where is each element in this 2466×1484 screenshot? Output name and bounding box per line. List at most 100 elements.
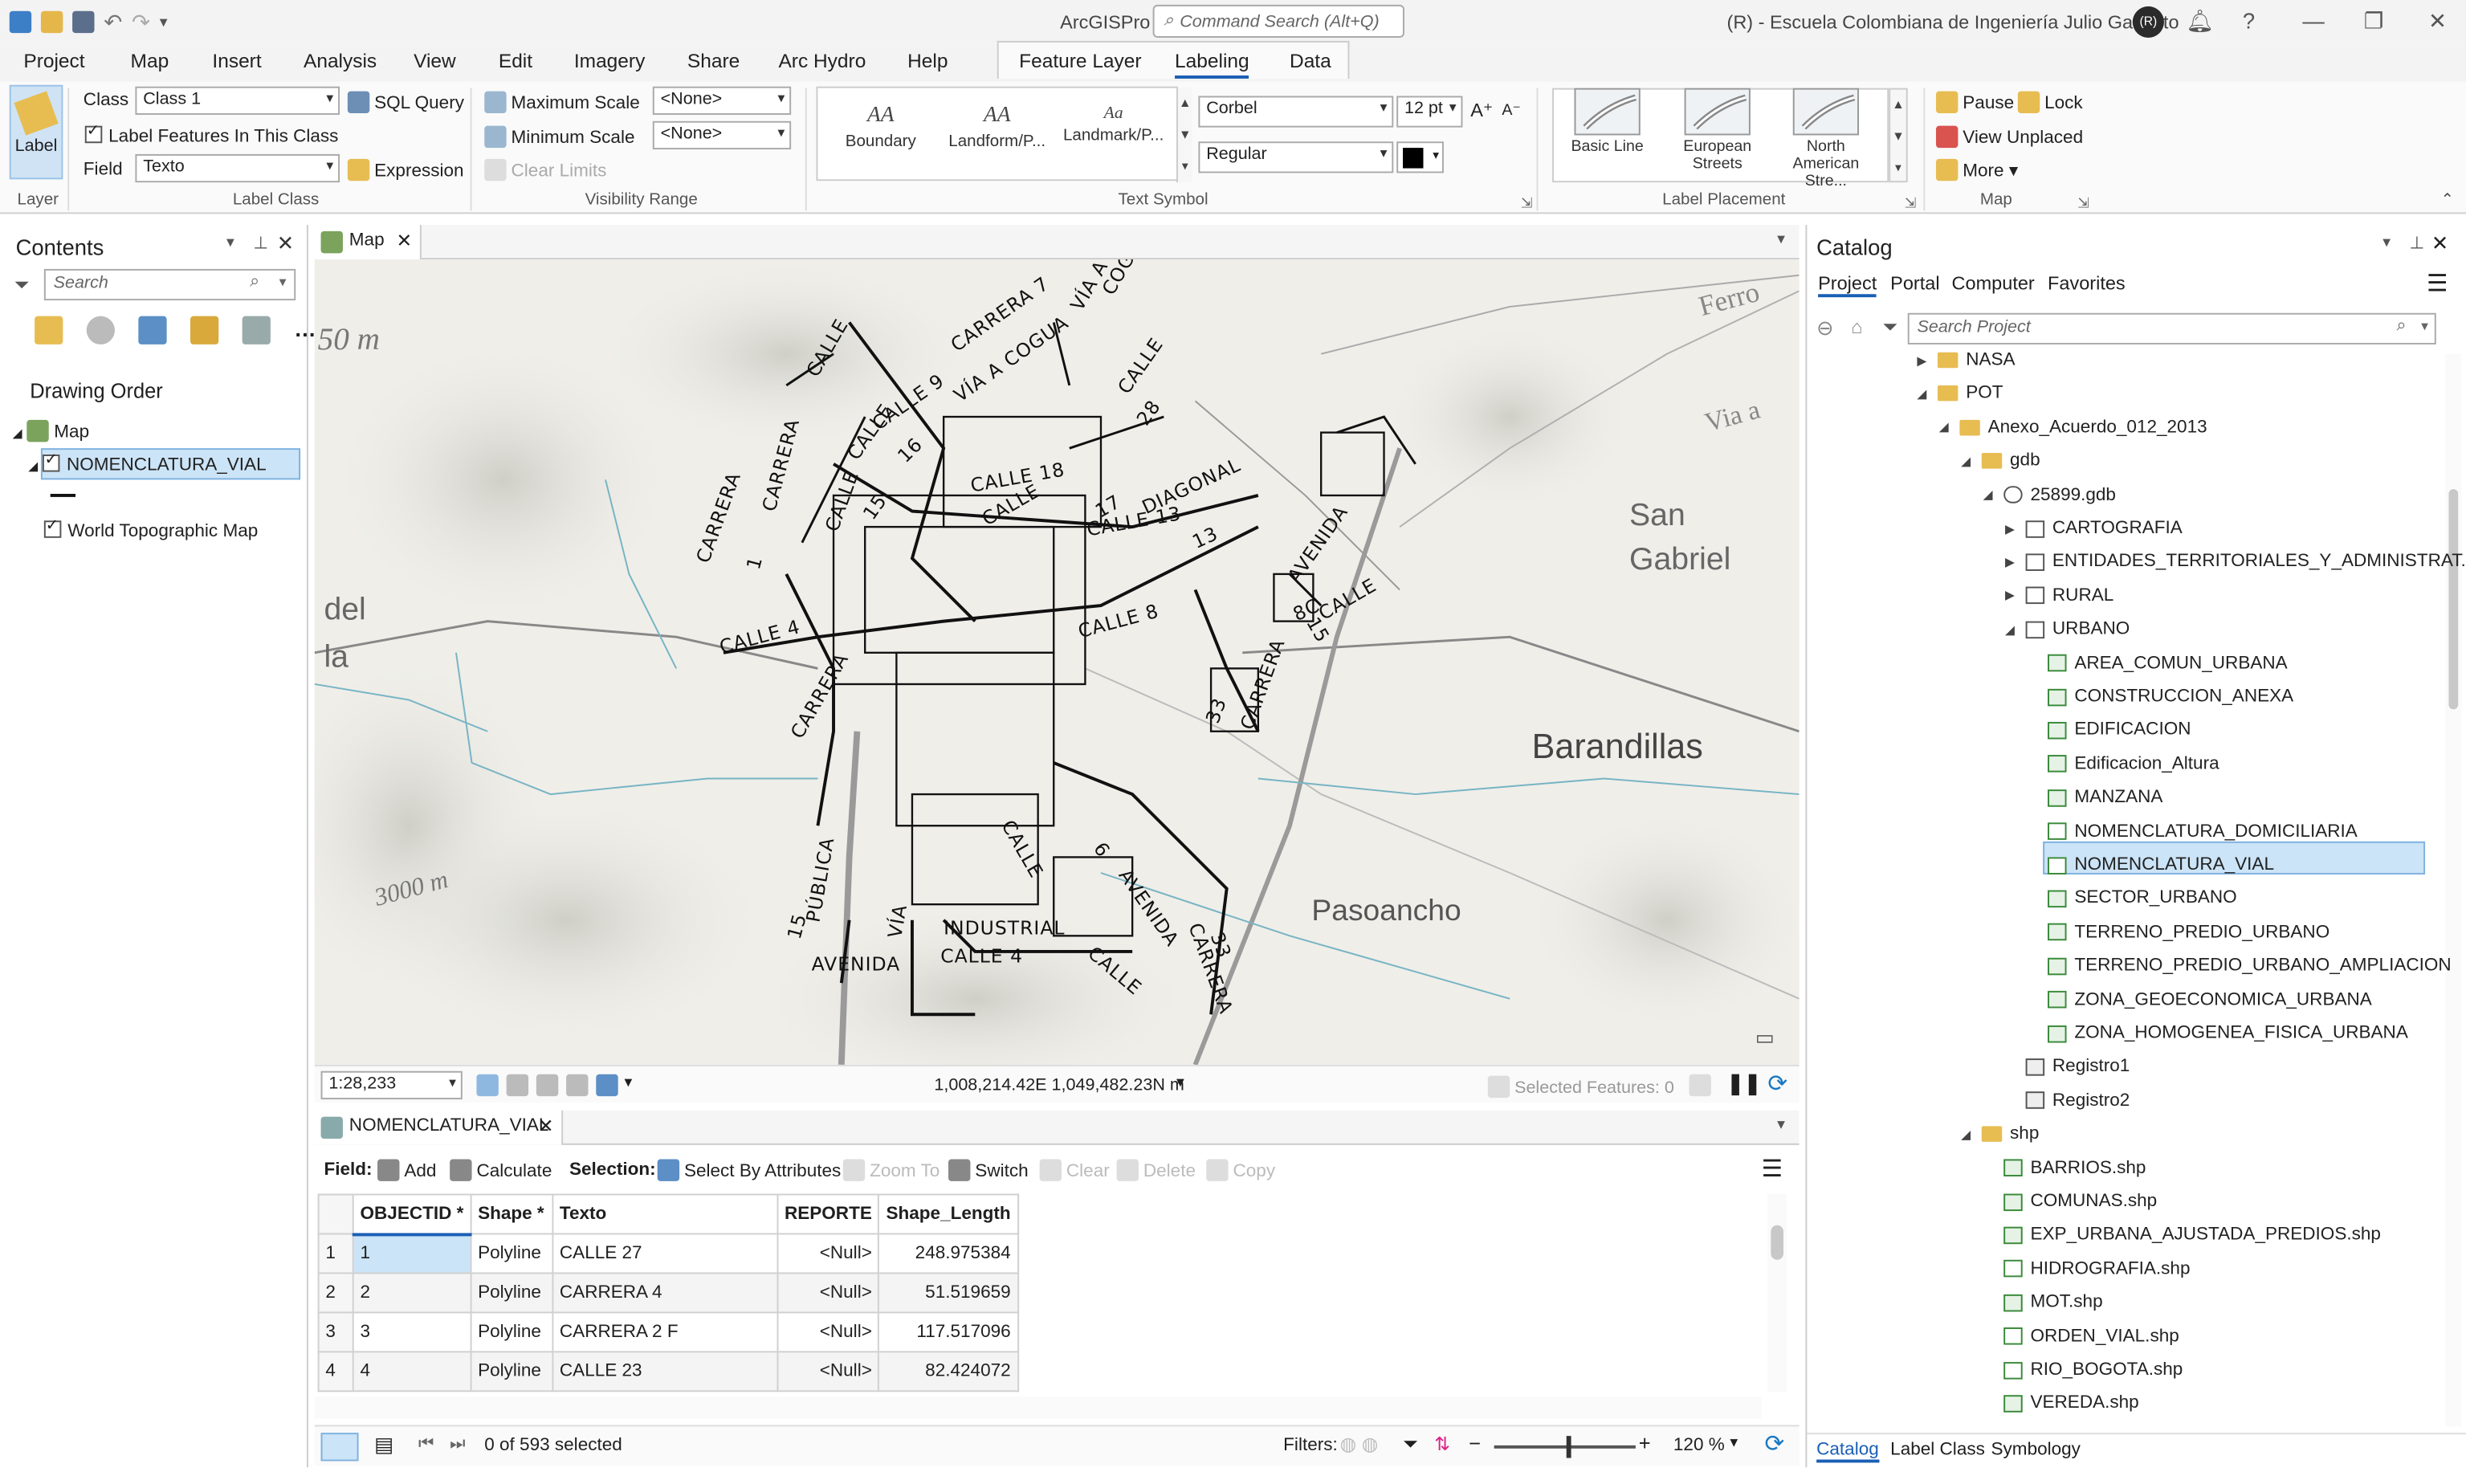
close-pane-icon[interactable]: ✕ bbox=[2431, 231, 2448, 256]
bottom-tab-catalog[interactable]: Catalog bbox=[1816, 1441, 1879, 1463]
list-by-snapping-icon[interactable] bbox=[242, 316, 271, 344]
bottom-tab-label-class[interactable]: Label Class bbox=[1890, 1441, 1985, 1460]
catalog-menu-icon[interactable]: ▾ bbox=[2382, 234, 2391, 252]
table-cell[interactable]: 117.517096 bbox=[878, 1311, 1019, 1353]
restore-icon[interactable]: ❐ bbox=[2364, 8, 2384, 35]
table-cell[interactable]: Polyline bbox=[470, 1272, 554, 1314]
table-cell[interactable]: <Null> bbox=[776, 1351, 880, 1392]
pause-drawing-icon[interactable]: ❚❚ bbox=[1726, 1071, 1761, 1096]
expand-arrow-icon[interactable]: ▶ bbox=[2002, 521, 2018, 536]
catalog-item[interactable]: ZONA_HOMOGENEA_FISICA_URBANA bbox=[2024, 1024, 2408, 1043]
undo-icon[interactable]: ↶ bbox=[104, 9, 122, 35]
search-options-icon[interactable]: ▾ bbox=[2421, 318, 2428, 336]
decrease-font-icon[interactable]: A⁻ bbox=[1502, 102, 1520, 120]
catalog-item[interactable]: EXP_URBANA_AJUSTADA_PREDIOS.shp bbox=[1980, 1225, 2381, 1245]
expand-arrow-icon[interactable]: ▶ bbox=[1914, 353, 1930, 368]
table-cell[interactable]: Polyline bbox=[470, 1351, 554, 1392]
more-options-icon[interactable]: … bbox=[294, 316, 316, 344]
column-header[interactable]: REPORTE bbox=[776, 1193, 880, 1235]
snapping-icon[interactable] bbox=[536, 1074, 559, 1097]
tab-feature-layer[interactable]: Feature Layer bbox=[1019, 51, 1141, 72]
new-project-icon[interactable] bbox=[9, 10, 32, 34]
contents-search-input[interactable]: Search ⌕ ▾ bbox=[43, 268, 296, 301]
label-features-checkbox[interactable]: Label Features In This Class bbox=[84, 123, 339, 146]
minimize-icon[interactable]: — bbox=[2302, 8, 2324, 33]
tree-layer-world-topographic-map[interactable]: World Topographic Map bbox=[43, 517, 258, 541]
tab-labeling[interactable]: Labeling bbox=[1175, 51, 1249, 79]
catalog-item[interactable]: TERRENO_PREDIO_URBANO bbox=[2024, 923, 2329, 942]
table-cell[interactable]: 248.975384 bbox=[878, 1233, 1019, 1274]
filter-icon[interactable]: ⏷ bbox=[1882, 316, 1897, 340]
text-symbol-launcher-icon[interactable]: ⇲ bbox=[1521, 195, 1533, 213]
table-menu-icon[interactable]: ☰ bbox=[1762, 1155, 1783, 1183]
catalog-item[interactable]: HIDROGRAFIA.shp bbox=[1980, 1259, 2190, 1278]
clear-button[interactable]: Clear bbox=[1039, 1159, 1110, 1181]
sql-query-button[interactable]: SQL Query bbox=[347, 91, 464, 114]
catalog-tab-project[interactable]: Project bbox=[1818, 272, 1877, 298]
catalog-item[interactable]: MANZANA bbox=[2024, 789, 2162, 807]
catalog-item[interactable]: ▶ RURAL bbox=[2002, 586, 2113, 605]
catalog-item[interactable]: ZONA_GEOECONOMICA_URBANA bbox=[2024, 990, 2372, 1009]
expand-arrow-icon[interactable]: ◢ bbox=[1980, 487, 1996, 502]
table-vertical-scrollbar[interactable] bbox=[1767, 1193, 1787, 1392]
calculate-button[interactable]: Calculate bbox=[450, 1159, 552, 1181]
list-by-drawing-order-icon[interactable] bbox=[35, 316, 63, 344]
close-pane-icon[interactable]: ✕ bbox=[277, 231, 294, 256]
table-cell[interactable]: 82.424072 bbox=[878, 1351, 1019, 1392]
placement-gallery-scroll[interactable]: ▲ ▼ ▾ bbox=[1889, 88, 1908, 183]
tab-insert[interactable]: Insert bbox=[212, 51, 261, 72]
copy-button[interactable]: Copy bbox=[1206, 1159, 1275, 1181]
zoom-dropdown-icon[interactable]: ▾ bbox=[1730, 1434, 1738, 1452]
placement-basic-line[interactable]: Basic Line bbox=[1555, 88, 1659, 156]
catalog-item[interactable]: CONSTRUCCION_ANEXA bbox=[2024, 687, 2293, 706]
table-tab[interactable]: NOMENCLATURA_VIAL ✕ bbox=[314, 1110, 564, 1145]
more-button[interactable]: More ▾ bbox=[1935, 158, 2018, 181]
catalog-item[interactable]: AREA_COMUN_URBANA bbox=[2024, 654, 2288, 672]
gallery-scroll[interactable]: ▲ ▼ ▾ bbox=[1176, 88, 1192, 183]
redo-icon[interactable]: ↷ bbox=[132, 9, 150, 35]
tree-map[interactable]: ◢ Map bbox=[13, 419, 89, 442]
table-cell[interactable]: CARRERA 4 bbox=[552, 1272, 779, 1314]
placement-north-american-streets[interactable]: North American Stre... bbox=[1774, 88, 1877, 190]
delete-button[interactable]: Delete bbox=[1116, 1159, 1196, 1181]
tab-project[interactable]: Project bbox=[23, 51, 84, 72]
catalog-item[interactable]: Registro1 bbox=[2002, 1058, 2130, 1076]
collapse-ribbon-icon[interactable]: ⌃ bbox=[2441, 192, 2454, 210]
refresh-icon[interactable]: ⟳ bbox=[1767, 1070, 1787, 1098]
catalog-menu-hamburger-icon[interactable]: ☰ bbox=[2427, 269, 2448, 297]
catalog-item[interactable]: ◢ Anexo_Acuerdo_012_2013 bbox=[1936, 418, 2207, 438]
column-header[interactable]: Texto bbox=[552, 1193, 779, 1235]
table-cell[interactable]: <Null> bbox=[776, 1311, 880, 1353]
table-cell[interactable]: <Null> bbox=[776, 1272, 880, 1314]
placement-launcher-icon[interactable]: ⇲ bbox=[1905, 195, 1917, 213]
last-record-icon[interactable]: ⏭ bbox=[450, 1434, 465, 1454]
catalog-item[interactable]: BARRIOS.shp bbox=[1980, 1159, 2146, 1177]
zoom-out-icon[interactable]: − bbox=[1469, 1431, 1481, 1454]
table-cell[interactable]: 1 bbox=[352, 1233, 472, 1274]
show-selected-records-icon[interactable]: ▤ bbox=[374, 1433, 393, 1458]
row-header[interactable]: 1 bbox=[317, 1233, 354, 1274]
catalog-item[interactable]: ▶ ENTIDADES_TERRITORIALES_Y_ADMINISTRAT..… bbox=[2002, 552, 2466, 572]
save-icon[interactable] bbox=[72, 10, 95, 34]
line-symbol-swatch[interactable] bbox=[50, 493, 76, 497]
catalog-item[interactable]: ◢ shp bbox=[1958, 1125, 2039, 1144]
catalog-item[interactable]: NOMENCLATURA_VIAL bbox=[2024, 855, 2274, 874]
table-cell[interactable]: 3 bbox=[352, 1311, 472, 1353]
coordinate-format-icon[interactable]: ▾ bbox=[1176, 1074, 1184, 1092]
tab-list-icon[interactable]: ▾ bbox=[1777, 231, 1785, 249]
map-overview-icon[interactable]: ▭ bbox=[1755, 1025, 1775, 1050]
placement-european-streets[interactable]: European Streets bbox=[1665, 88, 1769, 173]
table-row[interactable]: 3 3 Polyline CARRERA 2 F <Null> 117.517096 bbox=[317, 1311, 1019, 1353]
fixed-zoom-icon[interactable] bbox=[476, 1074, 499, 1097]
navigation-icon[interactable] bbox=[596, 1074, 618, 1097]
help-icon[interactable]: ? bbox=[2243, 8, 2255, 33]
command-search[interactable]: ⌕ Command Search (Alt+Q) bbox=[1152, 4, 1404, 39]
table-cell[interactable]: 4 bbox=[352, 1351, 472, 1392]
table-cell[interactable]: 51.519659 bbox=[878, 1272, 1019, 1314]
gallery-item-landform[interactable]: AA Landform/P... bbox=[937, 95, 1057, 151]
tab-data[interactable]: Data bbox=[1290, 51, 1331, 72]
customize-qat-icon[interactable]: ▾ bbox=[160, 14, 168, 31]
tab-help[interactable]: Help bbox=[907, 51, 948, 72]
catalog-tab-computer[interactable]: Computer bbox=[1952, 272, 2035, 294]
first-record-icon[interactable]: ⏮ bbox=[418, 1434, 434, 1454]
